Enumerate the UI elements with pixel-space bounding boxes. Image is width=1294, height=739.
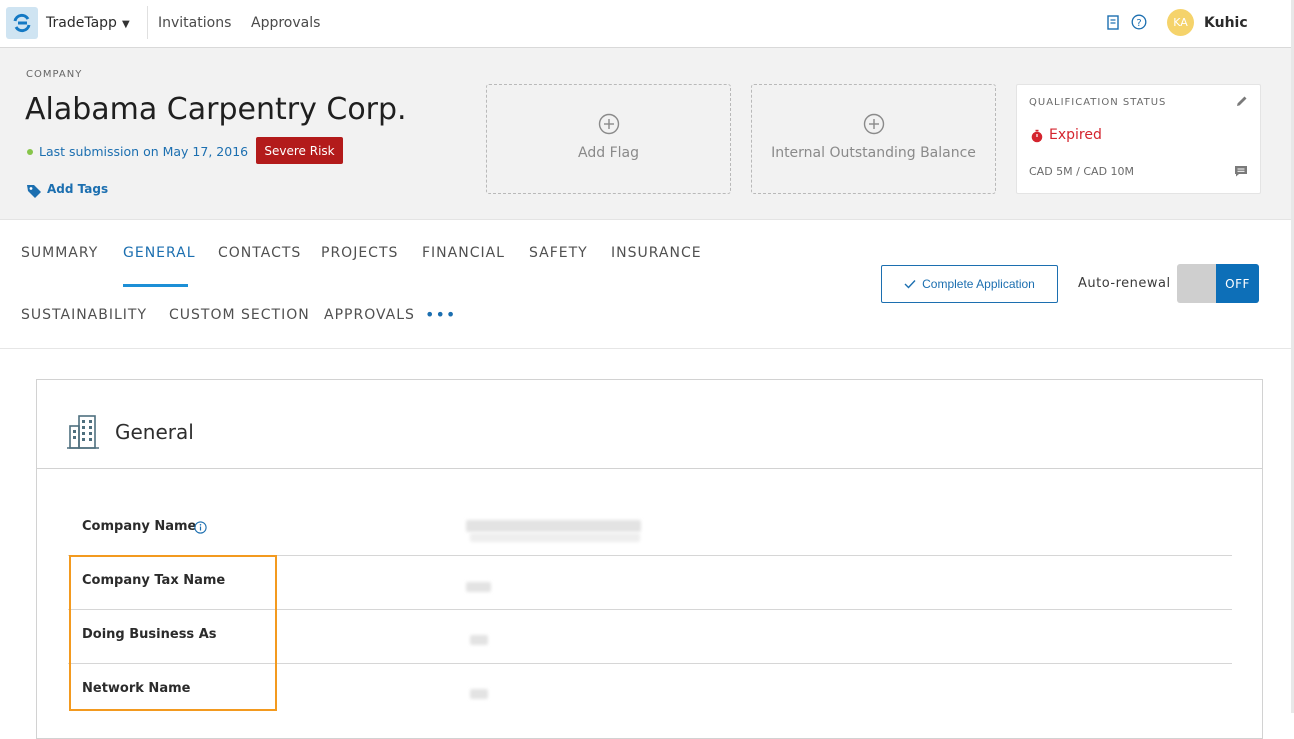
pencil-icon[interactable] [1236, 95, 1248, 107]
divider [37, 468, 1262, 469]
info-icon[interactable] [194, 521, 207, 534]
divider [0, 348, 1294, 349]
add-flag-label: Add Flag [578, 145, 639, 161]
caret-down-icon[interactable]: ▼ [122, 19, 130, 30]
divider [147, 6, 148, 39]
risk-badge: Severe Risk [256, 137, 343, 164]
complete-application-button[interactable]: Complete Application [881, 265, 1058, 303]
tradetapp-logo-icon[interactable] [6, 7, 38, 39]
redacted-value [470, 533, 640, 542]
add-tags-link[interactable]: Add Tags [47, 182, 108, 196]
app-switcher-label[interactable]: TradeTapp [46, 15, 117, 31]
tab-safety[interactable]: SAFETY [529, 245, 588, 261]
svg-text:?: ? [1136, 18, 1141, 29]
plus-circle-icon [752, 113, 995, 139]
tab-custom-section[interactable]: CUSTOM SECTION [169, 307, 310, 323]
tab-sustainability[interactable]: SUSTAINABILITY [21, 307, 147, 323]
add-flag-card[interactable]: Add Flag [486, 84, 731, 194]
redacted-value [470, 635, 488, 645]
active-tab-indicator [123, 284, 188, 287]
tab-contacts[interactable]: CONTACTS [218, 245, 301, 261]
company-label: COMPANY [26, 69, 83, 80]
help-icon[interactable]: ? [1131, 14, 1147, 30]
toggle-state-label: OFF [1216, 264, 1259, 303]
user-name[interactable]: Kuhic [1204, 15, 1248, 31]
internal-balance-card[interactable]: Internal Outstanding Balance [751, 84, 996, 194]
tab-approvals[interactable]: APPROVALS [324, 307, 415, 323]
complete-application-label: Complete Application [922, 277, 1035, 291]
internal-balance-label: Internal Outstanding Balance [771, 145, 976, 161]
qualification-amount: CAD 5M / CAD 10M [1029, 165, 1135, 178]
tab-financial[interactable]: FINANCIAL [422, 245, 505, 261]
nav-invitations[interactable]: Invitations [158, 15, 231, 31]
tab-summary[interactable]: SUMMARY [21, 245, 98, 261]
status-dot-icon [27, 149, 33, 155]
qualification-status-title: QUALIFICATION STATUS [1029, 97, 1167, 108]
last-submission-link[interactable]: Last submission on May 17, 2016 [39, 144, 248, 159]
building-icon [67, 415, 99, 449]
top-bar: TradeTapp ▼ Invitations Approvals ? KA K… [0, 0, 1294, 48]
qualification-status-card: QUALIFICATION STATUS Expired CAD 5M / CA… [1016, 84, 1261, 194]
plus-circle-icon [487, 113, 730, 139]
redacted-value [470, 689, 488, 699]
comment-icon[interactable] [1234, 165, 1248, 177]
company-header: COMPANY Alabama Carpentry Corp. Last sub… [0, 48, 1294, 220]
redacted-value [466, 582, 491, 592]
book-icon[interactable] [1105, 14, 1121, 32]
page-title: Alabama Carpentry Corp. [25, 92, 407, 127]
field-label-company-name: Company Name [82, 519, 197, 534]
section-title: General [115, 420, 194, 444]
tab-general[interactable]: GENERAL [123, 245, 196, 261]
tab-insurance[interactable]: INSURANCE [611, 245, 702, 261]
qualification-status-value: Expired [1049, 127, 1102, 143]
avatar[interactable]: KA [1167, 9, 1194, 36]
stopwatch-icon [1031, 129, 1043, 143]
more-tabs-icon[interactable]: ••• [425, 305, 456, 324]
auto-renewal-toggle[interactable]: OFF [1177, 264, 1259, 303]
auto-renewal-label: Auto-renewal [1078, 276, 1171, 291]
tag-icon[interactable] [26, 183, 42, 199]
tab-projects[interactable]: PROJECTS [321, 245, 398, 261]
highlight-box [69, 555, 277, 711]
redacted-value [466, 520, 641, 532]
check-icon [904, 280, 916, 289]
nav-approvals[interactable]: Approvals [251, 15, 320, 31]
